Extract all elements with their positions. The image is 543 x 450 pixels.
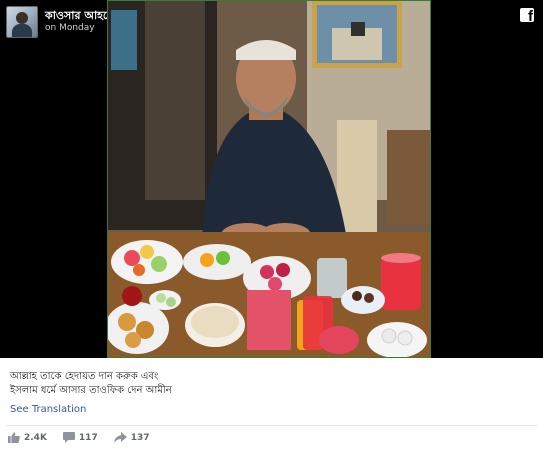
stats-divider [6,425,537,426]
thumbs-up-icon [8,432,20,443]
post-caption: আল্লাহ তাকে হেদায়ত দান করুক এবং ইসলাম ধ… [10,370,172,398]
caption-line-2: ইসলাম ধর্মে আসার তাওফিক দেন আমীন [10,385,172,396]
shares-count[interactable]: 137 [113,432,150,443]
share-arrow-icon [113,432,127,443]
comment-bubble-icon [62,432,75,443]
likes-count-text: 2.4K [24,432,47,443]
shares-count-text: 137 [130,432,150,443]
facebook-post: কাওসার আহমেদ on Monday f আল্লাহ তাকে হেদ… [0,0,543,450]
author-avatar[interactable] [6,6,38,38]
photo-illustration [107,0,431,358]
caption-line-1: আল্লাহ তাকে হেদায়ত দান করুক এবং [10,371,159,382]
facebook-logo-icon[interactable]: f [520,8,534,24]
see-translation-link[interactable]: See Translation [10,404,86,415]
post-stats: 2.4K 117 137 [8,432,166,443]
comments-count-text: 117 [78,432,98,443]
post-photo[interactable] [107,0,431,358]
comments-count[interactable]: 117 [62,432,98,443]
post-media[interactable]: কাওসার আহমেদ on Monday f [0,0,543,358]
likes-count[interactable]: 2.4K [8,432,47,443]
post-author: কাওসার আহমেদ on Monday [6,6,119,38]
